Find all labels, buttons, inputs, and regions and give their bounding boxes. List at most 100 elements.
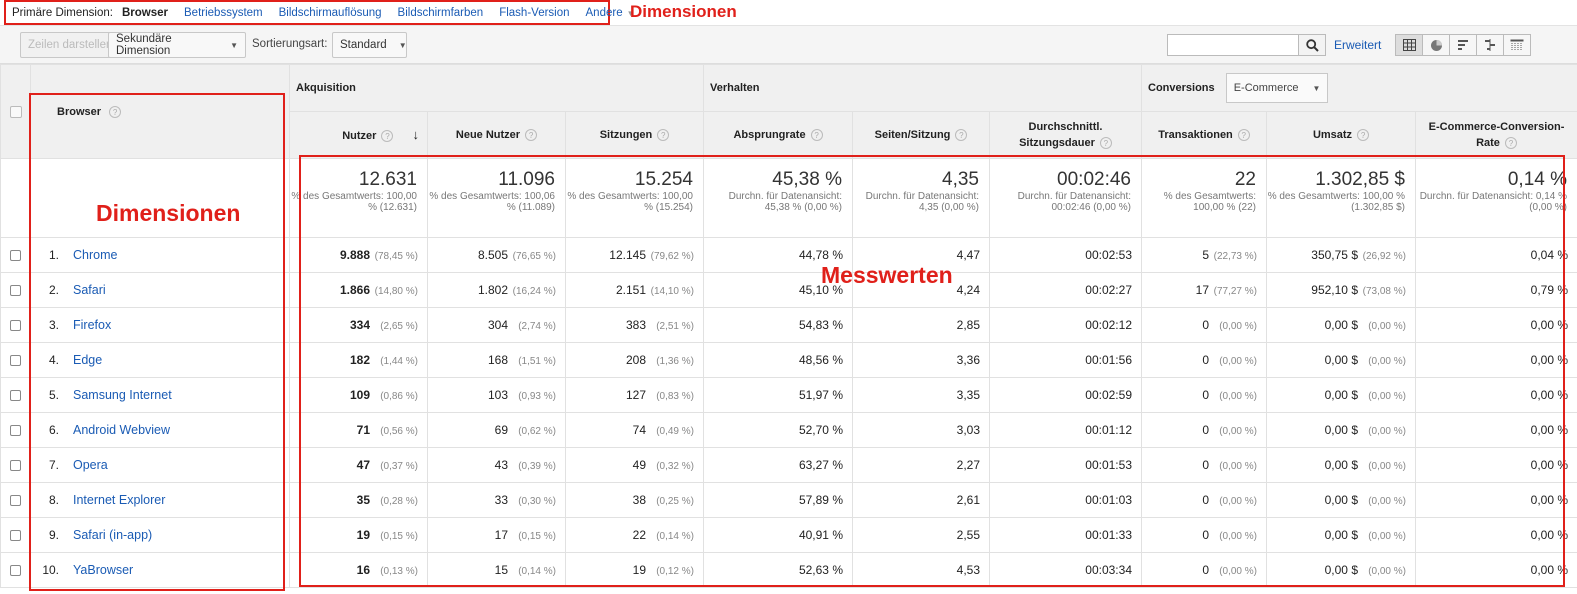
row-checkbox[interactable]	[10, 285, 21, 297]
advanced-filter-link[interactable]: Erweitert	[1334, 38, 1381, 52]
users-percent: (78,45 %)	[374, 251, 418, 262]
users-cell: 9.888 (78,45 %)	[289, 237, 428, 273]
revenue-cell: 0,00 $ (0,00 %)	[1266, 342, 1416, 378]
transactions-cell: 0 (0,00 %)	[1141, 517, 1267, 553]
plot-rows-button[interactable]: Zeilen darstellen	[20, 32, 121, 58]
help-icon[interactable]: ?	[1357, 129, 1370, 142]
browser-link[interactable]: YaBrowser	[73, 563, 133, 577]
row-checkbox[interactable]	[10, 250, 21, 262]
browser-link[interactable]: Firefox	[73, 318, 111, 332]
sessions-column-header[interactable]: Sitzungen?	[565, 111, 704, 159]
browser-link[interactable]: Safari	[73, 283, 106, 297]
dimension-more-dropdown[interactable]: Andere ▼	[586, 7, 635, 19]
total-bounce-rate-value: 45,38 %	[772, 169, 842, 190]
pages-session-cell: 2,27	[852, 447, 990, 483]
row-checkbox[interactable]	[10, 495, 21, 507]
help-icon[interactable]: ?	[525, 129, 538, 142]
bounce-rate-cell: 44,78 %	[703, 237, 853, 273]
total-revenue-sub: % des Gesamtwerts: 100,00 % (1.302,85 $)	[1267, 191, 1405, 213]
help-icon[interactable]: ?	[1504, 137, 1517, 150]
browser-link[interactable]: Chrome	[73, 248, 117, 262]
search-button[interactable]	[1298, 34, 1326, 56]
avg-duration-cell: 00:02:53	[989, 237, 1142, 273]
row-checkbox[interactable]	[10, 565, 21, 577]
dimension-link-colors[interactable]: Bildschirmfarben	[398, 7, 484, 19]
row-checkbox[interactable]	[10, 460, 21, 472]
help-icon[interactable]: ?	[1237, 129, 1250, 142]
new-users-value: 69	[494, 423, 508, 437]
browser-column-header[interactable]: Browser ?	[30, 64, 290, 159]
row-checkbox[interactable]	[10, 530, 21, 542]
pages-session-column-header[interactable]: Seiten/Sitzung?	[852, 111, 990, 159]
sort-type-dropdown[interactable]: Standard ▼	[332, 32, 407, 58]
new-users-percent: (0,93 %)	[518, 391, 556, 402]
total-avg-duration-value: 00:02:46	[1057, 169, 1131, 190]
select-all-cell	[0, 64, 31, 159]
table-view-button[interactable]	[1395, 34, 1423, 56]
browser-link[interactable]: Samsung Internet	[73, 388, 172, 402]
sessions-cell: 19 (0,12 %)	[565, 552, 704, 588]
help-icon[interactable]: ?	[109, 105, 122, 118]
bounce-rate-cell: 57,89 %	[703, 482, 853, 518]
avg-duration-column-header[interactable]: Durchschnittl. Sitzungsdauer?	[989, 111, 1142, 159]
performance-view-button[interactable]	[1449, 34, 1477, 56]
row-checkbox[interactable]	[10, 390, 21, 402]
transactions-percent: (0,00 %)	[1219, 461, 1257, 472]
help-icon[interactable]: ?	[381, 129, 394, 142]
row-checkbox-cell	[0, 552, 31, 588]
row-checkbox-cell	[0, 307, 31, 343]
row-checkbox[interactable]	[10, 355, 21, 367]
users-header-label: Nutzer	[342, 129, 377, 142]
conv-rate-column-header[interactable]: E-Commerce-Conversion- Rate?	[1414, 111, 1577, 159]
conversions-type-dropdown[interactable]: E-Commerce ▼	[1225, 73, 1329, 103]
help-icon[interactable]: ?	[810, 129, 823, 142]
users-cell: 109 (0,86 %)	[289, 377, 428, 413]
revenue-value: 0,00 $	[1324, 388, 1358, 402]
bounce-rate-cell: 54,83 %	[703, 307, 853, 343]
bounce-rate-cell: 45,10 %	[703, 272, 853, 308]
browser-link[interactable]: Opera	[73, 458, 108, 472]
revenue-column-header[interactable]: Umsatz?	[1266, 111, 1416, 159]
bounce-rate-column-header[interactable]: Absprungrate?	[703, 111, 853, 159]
new-users-cell: 168 (1,51 %)	[427, 342, 566, 378]
row-checkbox[interactable]	[10, 425, 21, 437]
users-column-header[interactable]: Nutzer? ↓	[289, 111, 428, 159]
pages-session-cell: 4,24	[852, 272, 990, 308]
transactions-header-label: Transaktionen	[1158, 129, 1233, 141]
browser-link[interactable]: Internet Explorer	[73, 493, 165, 507]
secondary-dimension-dropdown[interactable]: Sekundäre Dimension ▼	[108, 32, 246, 58]
select-all-checkbox[interactable]	[9, 105, 22, 118]
avg-duration-cell: 00:02:27	[989, 272, 1142, 308]
transactions-column-header[interactable]: Transaktionen?	[1141, 111, 1267, 159]
sort-descending-icon: ↓	[412, 126, 420, 142]
total-revenue-value: 1.302,85 $	[1315, 169, 1405, 190]
pivot-view-button[interactable]	[1503, 34, 1531, 56]
row-checkbox[interactable]	[10, 320, 21, 332]
dimension-link-resolution[interactable]: Bildschirmauflösung	[279, 7, 382, 19]
users-percent: (0,28 %)	[380, 496, 418, 507]
new-users-column-header[interactable]: Neue Nutzer?	[427, 111, 566, 159]
users-cell: 47 (0,37 %)	[289, 447, 428, 483]
browser-link[interactable]: Edge	[73, 353, 102, 367]
new-users-percent: (0,15 %)	[518, 531, 556, 542]
dimension-link-flash[interactable]: Flash-Version	[499, 7, 569, 19]
revenue-value: 0,00 $	[1324, 318, 1358, 332]
total-new-users: 11.096% des Gesamtwerts: 100,06 % (11.08…	[427, 158, 566, 238]
comparison-view-button[interactable]	[1476, 34, 1504, 56]
help-icon[interactable]: ?	[955, 129, 968, 142]
total-pages-session-value: 4,35	[942, 169, 979, 190]
help-icon[interactable]: ?	[1099, 137, 1112, 150]
transactions-cell: 0 (0,00 %)	[1141, 342, 1267, 378]
transactions-percent: (0,00 %)	[1219, 356, 1257, 367]
pie-view-button[interactable]	[1422, 34, 1450, 56]
table-search-input[interactable]	[1167, 34, 1299, 56]
help-icon[interactable]: ?	[657, 129, 670, 142]
sessions-header-label: Sitzungen	[599, 129, 653, 141]
browser-link[interactable]: Safari (in-app)	[73, 528, 152, 542]
sessions-value: 49	[632, 458, 646, 472]
primary-dimension-bar: Primäre Dimension: Browser Betriebssyste…	[0, 0, 1577, 26]
row-rank: 5.	[48, 388, 59, 402]
dimension-link-os[interactable]: Betriebssystem	[184, 7, 263, 19]
transactions-value: 0	[1202, 563, 1209, 577]
browser-link[interactable]: Android Webview	[73, 423, 170, 437]
